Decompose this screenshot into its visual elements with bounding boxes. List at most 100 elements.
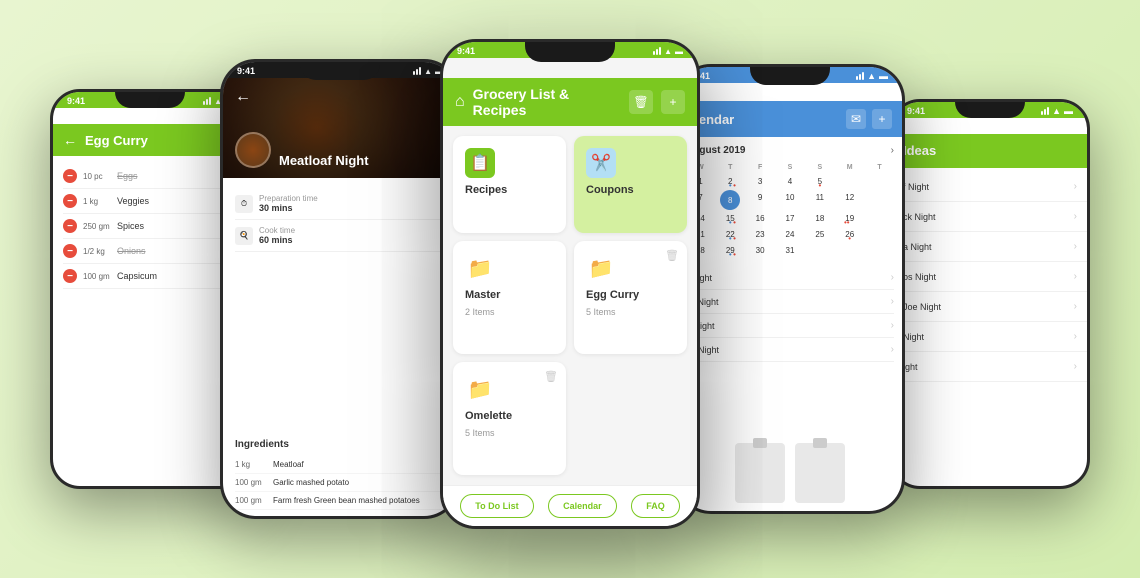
master-card[interactable]: 📁 Master 2 Items: [453, 241, 566, 354]
meal-arrow-4: ›: [891, 344, 894, 355]
night-1: f Night: [903, 182, 929, 192]
calendar-screen: 9:41 ▲ ▬ alendar ✉ + August 20: [678, 67, 902, 511]
calendar-btn[interactable]: Calendar: [548, 494, 617, 518]
cal-blank1: [835, 174, 864, 189]
bar2: [416, 69, 418, 75]
back-icon-cl[interactable]: ←: [235, 88, 251, 106]
phones-container: 9:41 ▲ ▬ ← Egg Curry − 10 pc: [20, 9, 1120, 569]
omelette-card[interactable]: 🗑 📁 Omelette 5 Items: [453, 362, 566, 475]
cal-29: 29••: [716, 243, 745, 258]
egg-curry-folder-icon: 📁: [586, 253, 616, 283]
delete-omelette[interactable]: 🗑: [544, 370, 558, 383]
bar1: [856, 76, 858, 80]
ideas-item-4[interactable]: os Night ›: [893, 262, 1087, 292]
faq-btn[interactable]: FAQ: [631, 494, 680, 518]
remove-btn-5[interactable]: −: [63, 269, 77, 283]
day-t2: T: [865, 162, 894, 173]
battery-c: ▬: [675, 47, 683, 56]
delete-egg-curry[interactable]: 🗑: [665, 249, 679, 262]
next-month-icon[interactable]: ›: [891, 145, 894, 156]
signal-c: [653, 47, 661, 55]
cal-9: 9: [746, 190, 775, 210]
bar3: [419, 67, 421, 75]
meatloaf-screen: 9:41 ▲ ▬ ← Meatloaf Night ⏱: [223, 62, 457, 516]
egg-curry-sublabel: 5 Items: [586, 307, 616, 317]
day-f: F: [746, 162, 775, 173]
master-label: Master: [465, 289, 500, 301]
arrow-6: ›: [1074, 331, 1077, 342]
back-icon-left[interactable]: ←: [63, 132, 77, 148]
cal-10: 10: [776, 190, 805, 210]
egg-curry-header: ← Egg Curry: [53, 124, 247, 156]
ideas-item-2[interactable]: ck Night ›: [893, 202, 1087, 232]
time-cl: 9:41: [237, 66, 255, 76]
cook-value: 60 mins: [259, 235, 295, 245]
ideas-item-1[interactable]: f Night ›: [893, 172, 1087, 202]
prep-info: Preparation time 30 mins: [259, 194, 318, 213]
ing-row-3: 100 gm Farm fresh Green bean mashed pota…: [235, 492, 445, 510]
qty-2: 100 gm: [235, 478, 265, 487]
prep-row: ⏱ Preparation time 30 mins: [235, 188, 445, 220]
cal-22: 22••: [716, 227, 745, 242]
meal-item-3[interactable]: a Night ›: [686, 314, 894, 338]
qty-3: 100 gm: [235, 496, 265, 505]
cook-label: Cook time: [259, 226, 295, 235]
cal-8[interactable]: 8: [720, 190, 740, 210]
arrow-3: ›: [1074, 241, 1077, 252]
meal-item-4[interactable]: os Night ›: [686, 338, 894, 362]
recipes-card[interactable]: 📋 Recipes: [453, 136, 566, 233]
night-4: os Night: [903, 272, 936, 282]
time-left: 9:41: [67, 96, 85, 106]
amount-2: 1 kg: [83, 197, 111, 206]
ingredients-section: Ingredients 1 kg Meatloaf 100 gm Garlic …: [223, 433, 457, 516]
cal-18: 18: [805, 211, 834, 226]
remove-btn-3[interactable]: −: [63, 219, 77, 233]
bar3: [209, 97, 211, 105]
omelette-label: Omelette: [465, 410, 512, 422]
calendar-grid: W T F S S M T 1 2•• 3 4 5• 7 8 9: [686, 162, 894, 258]
remove-btn-4[interactable]: −: [63, 244, 77, 258]
cal-17: 17: [776, 211, 805, 226]
name-5: Capsicum: [117, 271, 157, 281]
remove-btn-1[interactable]: −: [63, 169, 77, 183]
night-3: a Night: [903, 242, 932, 252]
add-icon[interactable]: +: [661, 90, 685, 114]
ideas-item-6[interactable]: Night ›: [893, 322, 1087, 352]
egg-curry-screen: 9:41 ▲ ▬ ← Egg Curry − 10 pc: [53, 92, 247, 486]
day-t: T: [716, 162, 745, 173]
cal-19: 19••: [835, 211, 864, 226]
remove-btn-2[interactable]: −: [63, 194, 77, 208]
ideas-item-3[interactable]: a Night ›: [893, 232, 1087, 262]
bar2: [1044, 109, 1046, 115]
todo-list-btn[interactable]: To Do List: [460, 494, 533, 518]
meatloaf-title: Meatloaf Night: [279, 153, 369, 168]
phone-grocery: 9:41 ▲ ▬ ⌂ Grocery List & Recipes 🗑 +: [440, 39, 700, 529]
phone-notch-left: [115, 92, 185, 108]
cal-blank2: [865, 174, 894, 189]
meal-arrow-1: ›: [891, 272, 894, 283]
ingredient-item: − 100 gm Capsicum: [63, 264, 237, 289]
bar1: [1041, 111, 1043, 115]
bar2: [656, 49, 658, 55]
grocery-header: ⌂ Grocery List & Recipes 🗑 +: [443, 78, 697, 126]
ideas-item-5[interactable]: Joe Night ›: [893, 292, 1087, 322]
meal-item-2[interactable]: ck Night ›: [686, 290, 894, 314]
cal-15: 15••: [716, 211, 745, 226]
ideas-item-7[interactable]: ight ›: [893, 352, 1087, 382]
trash-icon[interactable]: 🗑: [629, 90, 653, 114]
prep-value: 30 mins: [259, 203, 318, 213]
name-3: Spices: [117, 221, 144, 231]
arrow-1: ›: [1074, 181, 1077, 192]
meal-item-1[interactable]: f Night ›: [686, 266, 894, 290]
coupons-card[interactable]: ✂️ Coupons: [574, 136, 687, 233]
cal-blank5: [865, 227, 894, 242]
ingredient-list: − 10 pc Eggs − 1 kg Veggies − 250 gm Spi…: [53, 156, 247, 486]
coupons-icon: ✂️: [586, 148, 616, 178]
phone-notch-r: [955, 102, 1025, 118]
desc-2: Garlic mashed potato: [273, 478, 349, 487]
cal-4: 4: [776, 174, 805, 189]
night-2: ck Night: [903, 212, 936, 222]
egg-curry-card[interactable]: 🗑 📁 Egg Curry 5 Items: [574, 241, 687, 354]
mail-icon[interactable]: ✉: [846, 109, 866, 129]
add-calendar-icon[interactable]: +: [872, 109, 892, 129]
